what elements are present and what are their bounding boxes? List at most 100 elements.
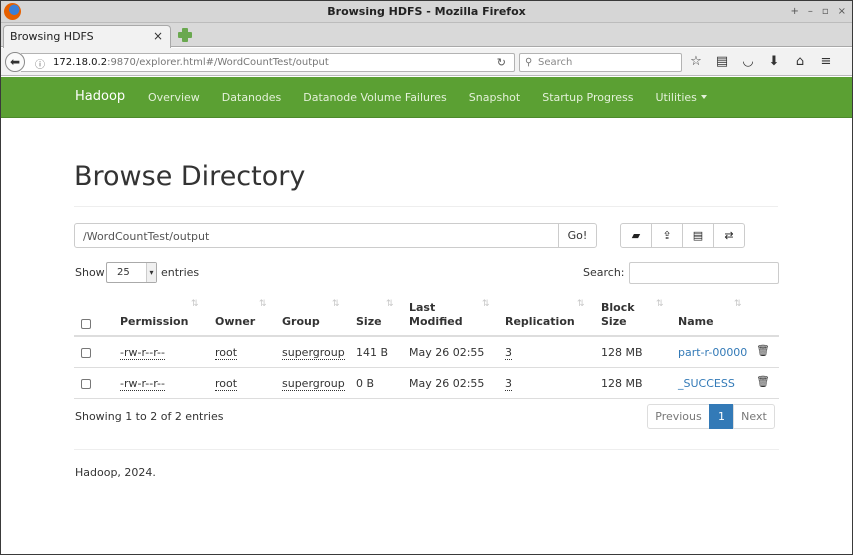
table-row: -rw-r--r-- root supergroup 0 B May 26 02… <box>74 368 779 399</box>
list-icon: ▤ <box>692 229 704 242</box>
pocket-icon[interactable]: ◡ <box>741 54 755 70</box>
nav-startup-progress[interactable]: Startup Progress <box>542 91 633 104</box>
reload-icon[interactable]: ↻ <box>497 56 506 69</box>
column-owner[interactable]: Owner <box>215 315 255 329</box>
back-button[interactable]: ⬅ <box>5 52 25 72</box>
sort-icon[interactable]: ⇅ <box>386 299 393 309</box>
cell-size: 141 B <box>356 346 389 359</box>
cell-last-modified: May 26 02:55 <box>409 377 485 390</box>
list-view-button[interactable]: ▤ <box>682 223 714 248</box>
cell-replication[interactable]: 3 <box>505 377 512 391</box>
window-title: Browsing HDFS - Mozilla Firefox <box>327 5 526 18</box>
row-checkbox[interactable] <box>81 379 91 389</box>
entries-label: entries <box>161 266 200 279</box>
reading-list-icon[interactable]: ▤ <box>715 54 729 70</box>
search-icon: ⚲ <box>525 57 533 68</box>
firefox-window: Browsing HDFS - Mozilla Firefox + – ▫ × … <box>0 0 853 555</box>
star-icon[interactable]: ☆ <box>689 54 703 70</box>
cell-group[interactable]: supergroup <box>282 377 345 391</box>
cell-name-link[interactable]: part-r-00000 <box>678 346 747 359</box>
sort-icon[interactable]: ⇅ <box>656 299 663 309</box>
cell-name-link[interactable]: _SUCCESS <box>678 377 735 390</box>
cut-paste-button[interactable]: ⇄ <box>713 223 745 248</box>
entries-select[interactable]: 25 ▾ <box>106 262 157 283</box>
folder-open-icon: ▰ <box>631 229 641 242</box>
tab-strip: Browsing HDFS × <box>1 23 852 48</box>
directory-path-input[interactable]: /WordCountTest/output <box>74 223 559 248</box>
cell-permission[interactable]: -rw-r--r-- <box>120 346 165 360</box>
window-pin-icon[interactable]: + <box>790 6 798 18</box>
cut-paste-icon: ⇄ <box>724 229 734 242</box>
go-button[interactable]: Go! <box>558 223 597 248</box>
nav-links: Overview Datanodes Datanode Volume Failu… <box>148 91 707 104</box>
previous-page-button[interactable]: Previous <box>647 404 710 429</box>
url-path: :9870/explorer.html#/WordCountTest/outpu… <box>107 57 329 68</box>
nav-snapshot[interactable]: Snapshot <box>469 91 520 104</box>
chevron-down-icon <box>700 95 707 99</box>
toolbar-icons: ☆ ▤ ◡ ⬇ ⌂ ≡ <box>689 54 833 70</box>
url-bar[interactable]: ⓘ 172.18.0.2:9870/explorer.html#/WordCou… <box>21 53 515 72</box>
tab-title: Browsing HDFS <box>10 30 94 43</box>
home-icon[interactable]: ⌂ <box>793 54 807 70</box>
nav-datanodes[interactable]: Datanodes <box>222 91 281 104</box>
tab-browsing-hdfs[interactable]: Browsing HDFS × <box>3 25 171 48</box>
nav-overview[interactable]: Overview <box>148 91 200 104</box>
select-all-checkbox[interactable] <box>81 319 91 329</box>
cell-size: 0 B <box>356 377 375 390</box>
column-size[interactable]: Size <box>356 315 382 329</box>
new-tab-icon[interactable] <box>177 27 193 43</box>
sort-icon[interactable]: ⇅ <box>191 299 198 309</box>
cell-owner[interactable]: root <box>215 346 238 360</box>
window-close-icon[interactable]: × <box>838 6 846 18</box>
cell-block-size: 128 MB <box>601 377 643 390</box>
brand-link[interactable]: Hadoop <box>75 89 125 104</box>
next-page-button[interactable]: Next <box>733 404 775 429</box>
browser-search-box[interactable]: ⚲ Search <box>519 53 682 72</box>
column-block-size[interactable]: Block Size <box>601 301 641 329</box>
site-info-icon[interactable]: ⓘ <box>35 56 45 71</box>
column-group[interactable]: Group <box>282 315 320 329</box>
file-table: ⇅ Permission ⇅ Owner ⇅ Group ⇅ Size ⇅ La… <box>74 295 779 399</box>
url-host: 172.18.0.2 <box>53 57 108 68</box>
heading-divider <box>74 206 778 207</box>
cell-block-size: 128 MB <box>601 346 643 359</box>
hadoop-navbar: Hadoop Overview Datanodes Datanode Volum… <box>1 77 852 118</box>
menu-icon[interactable]: ≡ <box>819 54 833 70</box>
sort-icon[interactable]: ⇅ <box>259 299 266 309</box>
table-header: ⇅ Permission ⇅ Owner ⇅ Group ⇅ Size ⇅ La… <box>74 295 779 337</box>
title-bar: Browsing HDFS - Mozilla Firefox + – ▫ × <box>1 1 852 23</box>
sort-icon[interactable]: ⇅ <box>332 299 339 309</box>
footer-text: Hadoop, 2024. <box>75 466 156 479</box>
cell-replication[interactable]: 3 <box>505 346 512 360</box>
page-content: Hadoop Overview Datanodes Datanode Volum… <box>1 77 852 554</box>
table-row: -rw-r--r-- root supergroup 141 B May 26 … <box>74 337 779 368</box>
footer-divider <box>74 449 779 450</box>
create-directory-button[interactable]: ▰ <box>620 223 652 248</box>
page-1-button[interactable]: 1 <box>709 404 734 429</box>
sort-icon[interactable]: ⇅ <box>734 299 741 309</box>
column-permission[interactable]: Permission <box>120 315 188 329</box>
tab-close-icon[interactable]: × <box>153 29 163 43</box>
download-icon[interactable]: ⬇ <box>767 54 781 70</box>
window-maximize-icon[interactable]: ▫ <box>822 6 829 18</box>
select-arrow-icon: ▾ <box>146 263 156 282</box>
trash-icon[interactable]: 🗑 <box>756 375 770 388</box>
trash-icon[interactable]: 🗑 <box>756 344 770 357</box>
sort-icon[interactable]: ⇅ <box>482 299 489 309</box>
page-title: Browse Directory <box>74 161 306 192</box>
upload-icon: ⇪ <box>662 229 672 242</box>
table-search-input[interactable] <box>629 262 779 284</box>
cell-permission[interactable]: -rw-r--r-- <box>120 377 165 391</box>
nav-datanode-volume-failures[interactable]: Datanode Volume Failures <box>303 91 447 104</box>
cell-owner[interactable]: root <box>215 377 238 391</box>
window-minimize-icon[interactable]: – <box>808 6 813 18</box>
cell-group[interactable]: supergroup <box>282 346 345 360</box>
row-checkbox[interactable] <box>81 348 91 358</box>
sort-icon[interactable]: ⇅ <box>577 299 584 309</box>
action-button-group: ▰ ⇪ ▤ ⇄ <box>620 223 745 248</box>
nav-utilities[interactable]: Utilities <box>656 91 707 104</box>
column-name[interactable]: Name <box>678 315 714 329</box>
upload-button[interactable]: ⇪ <box>651 223 683 248</box>
column-last-modified[interactable]: Last Modified <box>409 301 469 329</box>
column-replication[interactable]: Replication <box>505 315 575 329</box>
